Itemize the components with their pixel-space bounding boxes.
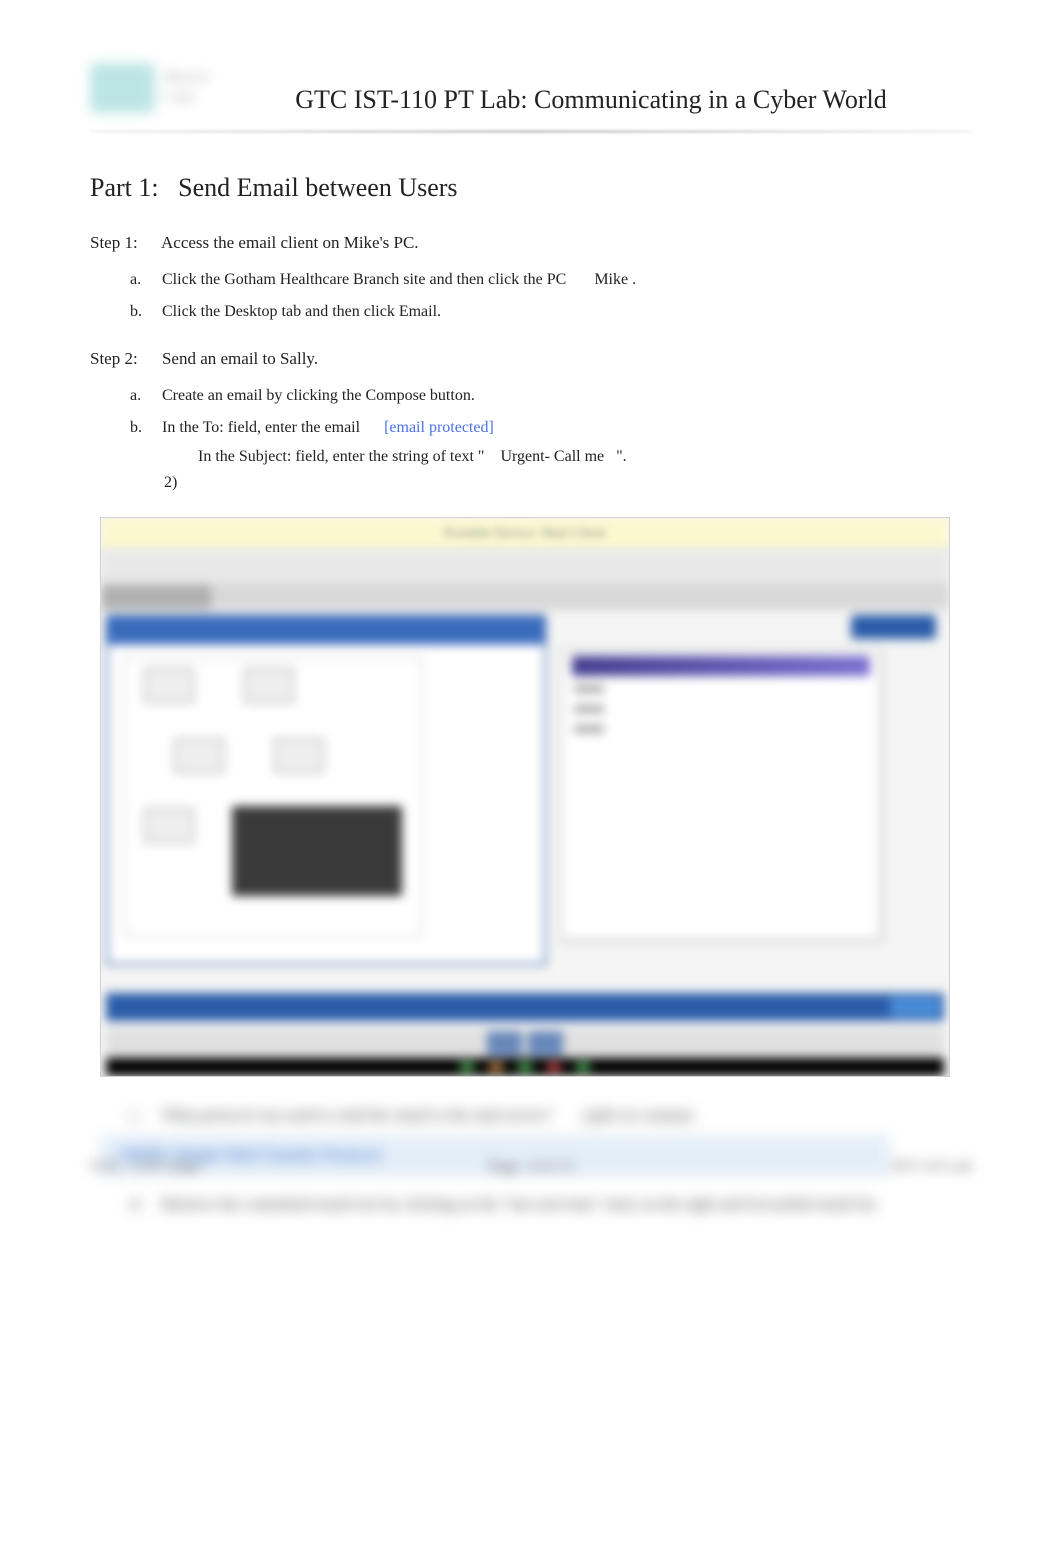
screenshot-topology-panel	[106, 615, 546, 965]
screenshot-status-bar	[106, 993, 944, 1021]
email-link[interactable]: [email protected]	[384, 419, 494, 436]
logo-text: Blurred Logo	[165, 69, 208, 105]
step1-item-a: a. Click the Gotham Healthcare Branch si…	[130, 268, 972, 292]
footer-right: IST-110 Lab	[892, 1158, 972, 1176]
screenshot-toolbar	[101, 550, 949, 585]
blurred-question: c. What protocol was used to send the em…	[130, 1107, 972, 1125]
step2-sub1: In the Subject: field, enter the string …	[164, 448, 972, 466]
embedded-screenshot: Portable Device: Mail Client	[100, 517, 950, 1077]
step2-item-a: a. Create an email by clicking the Compo…	[130, 384, 972, 408]
blurred-followup: d. Retrieve the committed email text by …	[130, 1193, 972, 1217]
step2-sub2: 2)	[164, 474, 972, 492]
logo-icon	[90, 63, 155, 113]
page-footer: GTC - CPT Dept Page 4 of 13 IST-110 Lab	[90, 1158, 972, 1176]
header-divider	[90, 130, 972, 133]
step2-heading: Step 2: Send an email to Sally.	[90, 349, 972, 369]
screenshot-send-button	[851, 615, 936, 639]
screenshot-compose-window	[561, 650, 881, 940]
step1-heading: Step 1: Access the email client on Mike'…	[90, 233, 972, 253]
screenshot-taskbar	[106, 1028, 944, 1058]
step2-item-b: b. In the To: field, enter the email [em…	[130, 416, 972, 440]
screenshot-tabs	[101, 585, 949, 610]
screenshot-device-bar	[106, 1058, 944, 1076]
logo: Blurred Logo	[90, 60, 280, 115]
screenshot-email-panel	[556, 615, 936, 965]
screenshot-titlebar: Portable Device: Mail Client	[101, 518, 949, 550]
footer-left: GTC - CPT Dept	[90, 1158, 199, 1176]
step1-item-b: b. Click the Desktop tab and then click …	[130, 300, 972, 324]
part-heading: Part 1: Send Email between Users	[90, 173, 972, 203]
footer-center: Page 4 of 13	[489, 1158, 573, 1176]
